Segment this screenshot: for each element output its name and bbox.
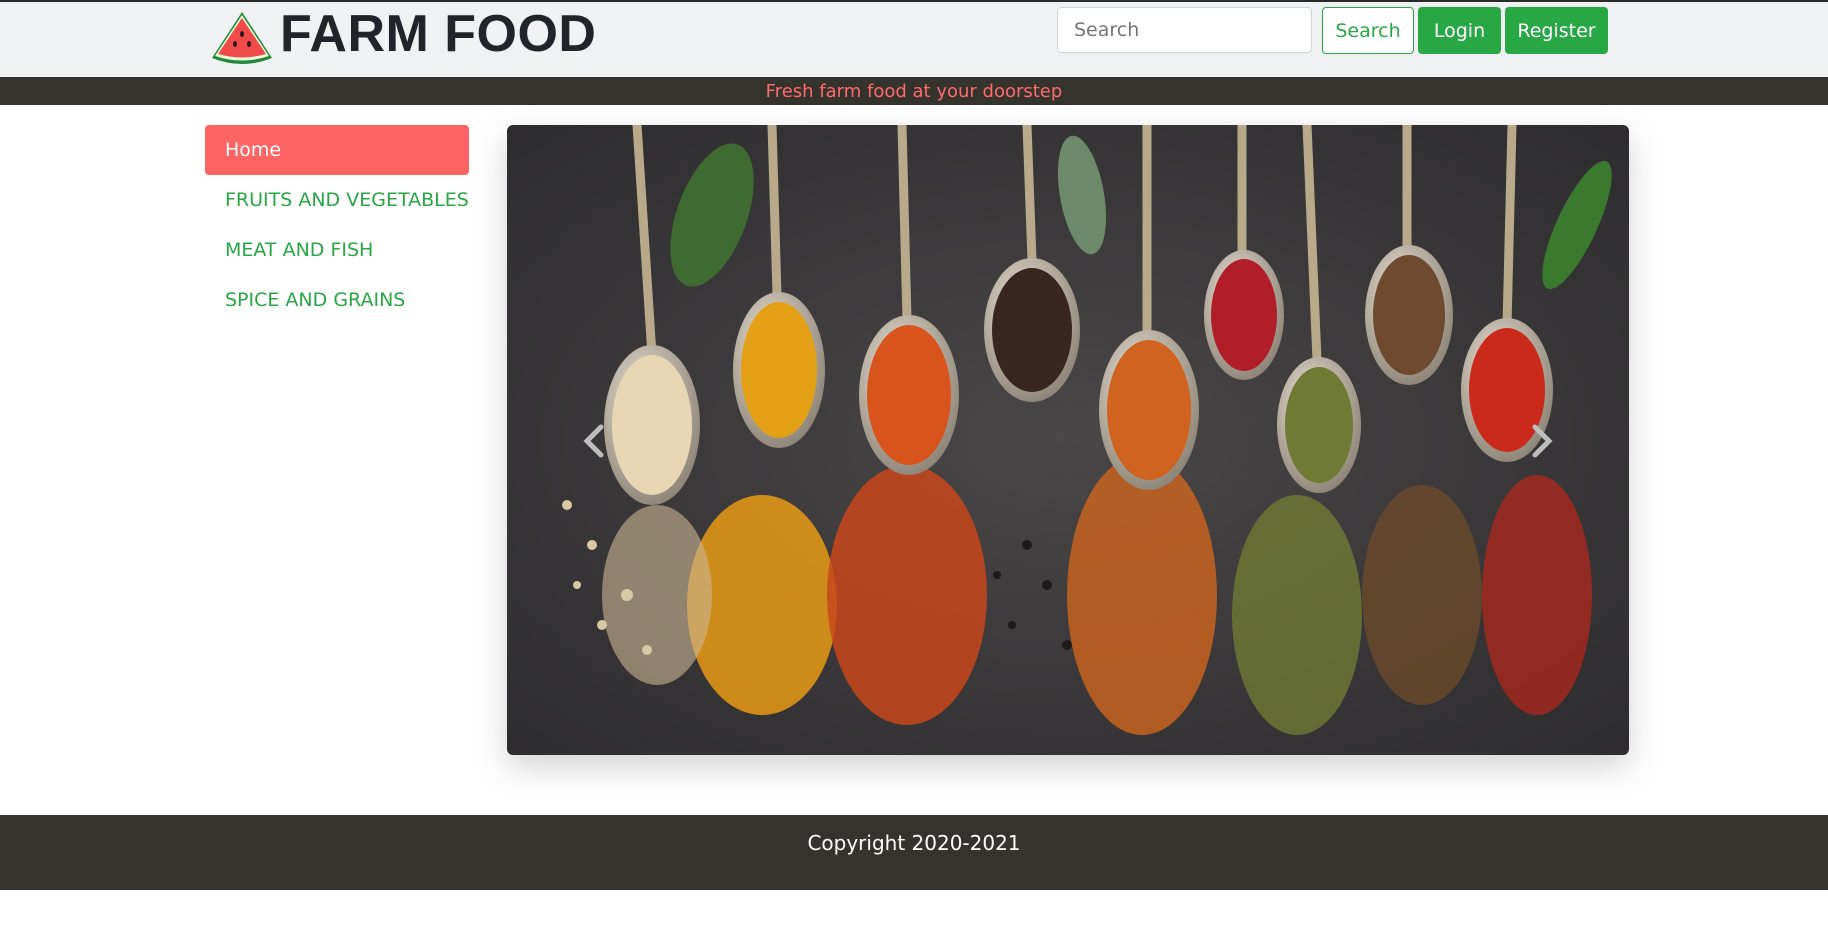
navbar: FARM FOOD Search Login Register xyxy=(0,2,1828,78)
sidebar-nav: Home FRUITS AND VEGETABLES MEAT AND FISH… xyxy=(205,125,469,325)
tagline-text: Fresh farm food at your doorstep xyxy=(765,80,1063,102)
chevron-left-icon[interactable] xyxy=(579,421,609,461)
hero-carousel xyxy=(507,125,1629,755)
watermelon-slice-icon[interactable] xyxy=(208,8,276,70)
tagline-bar: Fresh farm food at your doorstep xyxy=(0,77,1828,105)
register-button[interactable]: Register xyxy=(1505,7,1608,54)
copyright-text: Copyright 2020-2021 xyxy=(807,831,1021,855)
sidebar-item-fruits-and-vegetables[interactable]: FRUITS AND VEGETABLES xyxy=(205,175,469,225)
brand-title[interactable]: FARM FOOD xyxy=(280,4,596,64)
sidebar-item-meat-and-fish[interactable]: MEAT AND FISH xyxy=(205,225,469,275)
search-button[interactable]: Search xyxy=(1322,7,1414,54)
spices-image xyxy=(507,125,1629,755)
sidebar-item-spice-and-grains[interactable]: SPICE AND GRAINS xyxy=(205,275,469,325)
login-button[interactable]: Login xyxy=(1418,7,1501,54)
search-input[interactable] xyxy=(1057,7,1312,53)
sidebar-item-home[interactable]: Home xyxy=(205,125,469,175)
footer: Copyright 2020-2021 xyxy=(0,815,1828,890)
chevron-right-icon[interactable] xyxy=(1527,421,1557,461)
